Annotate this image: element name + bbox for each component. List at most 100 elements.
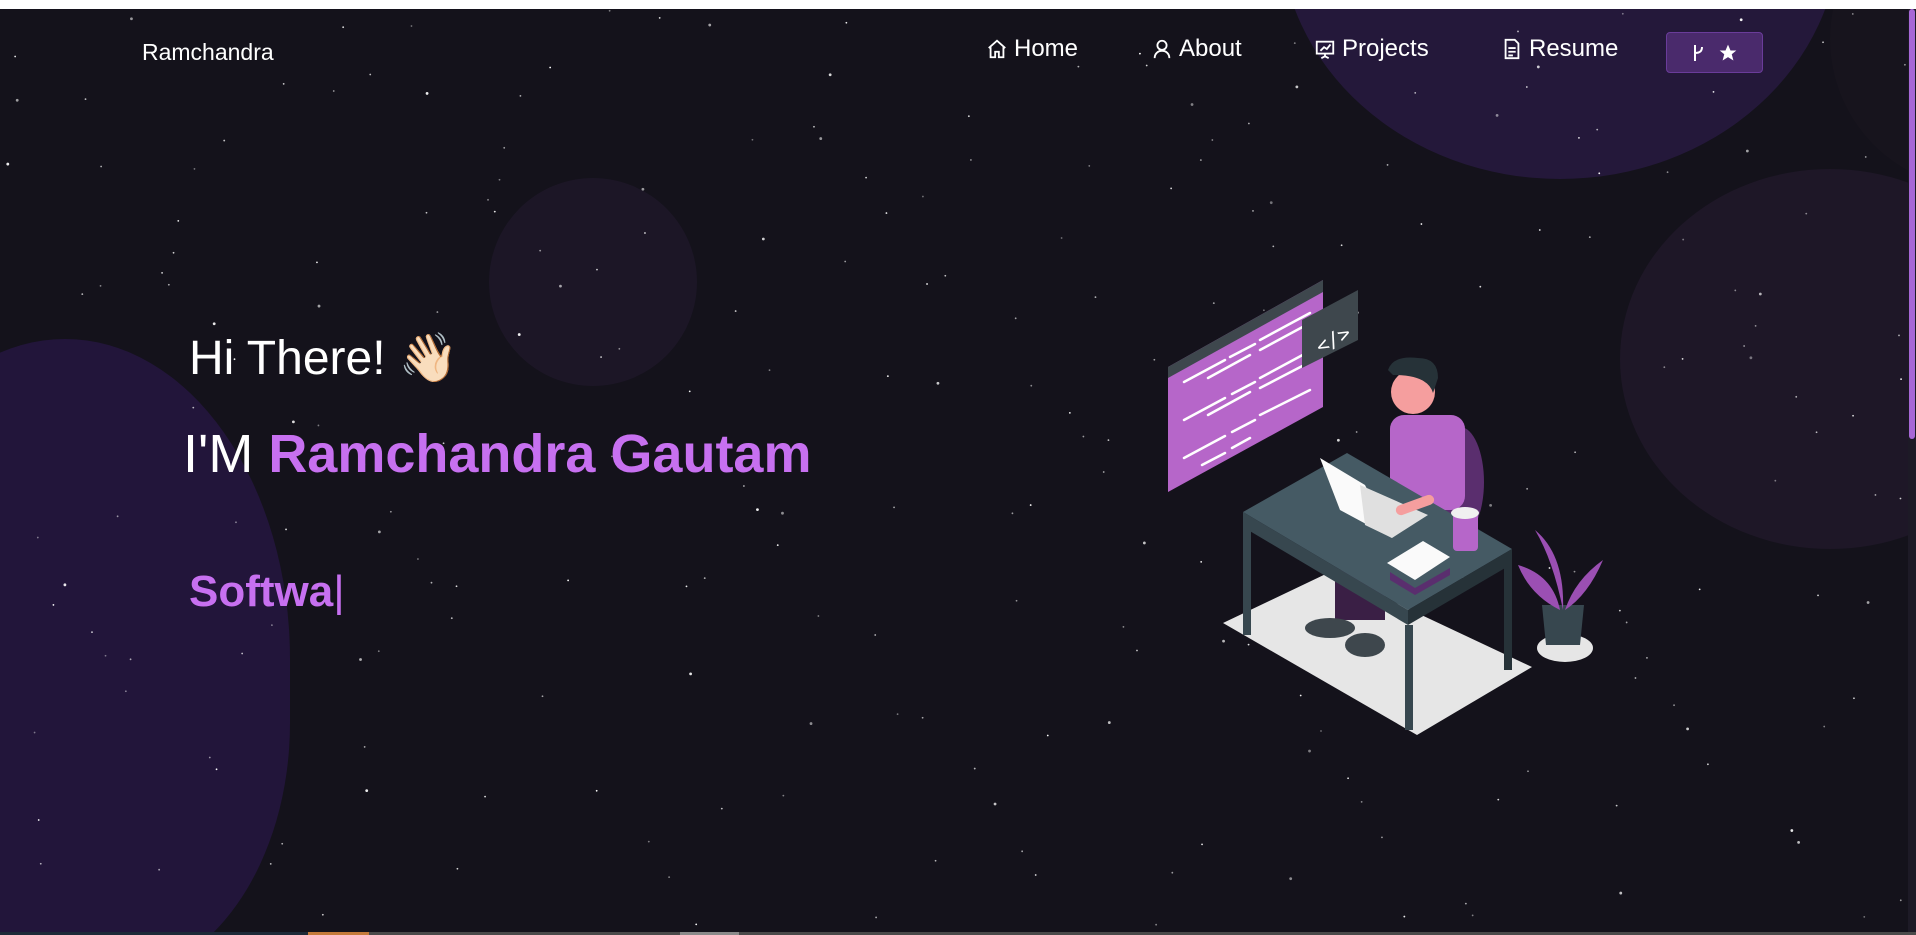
star — [1538, 229, 1541, 231]
star — [1852, 414, 1854, 417]
star — [1014, 317, 1017, 320]
nav-about[interactable]: About — [1151, 35, 1242, 63]
star — [425, 92, 429, 95]
coffee-lid — [1451, 507, 1479, 519]
star — [503, 146, 506, 149]
star — [936, 381, 940, 385]
star — [595, 789, 598, 792]
scrollbar[interactable] — [1908, 9, 1916, 932]
greeting-text: Hi There! — [189, 332, 386, 385]
star — [212, 322, 216, 326]
star — [1900, 378, 1902, 381]
intro-heading: I'M Ramchandra Gautam — [183, 423, 811, 485]
nav-projects[interactable]: Projects — [1314, 35, 1429, 63]
star — [934, 859, 937, 862]
star — [993, 802, 997, 806]
star — [1082, 435, 1085, 438]
star — [1525, 86, 1528, 88]
star — [1308, 749, 1311, 753]
plant-pot — [1542, 605, 1584, 645]
star — [1030, 384, 1033, 387]
star — [1615, 804, 1618, 807]
star — [1289, 877, 1293, 881]
star — [1596, 128, 1599, 131]
star — [1170, 187, 1173, 190]
star — [1340, 244, 1343, 247]
star — [600, 356, 602, 358]
star — [377, 650, 380, 653]
nav-home[interactable]: Home — [986, 35, 1078, 63]
typed-text: Softwa — [189, 567, 334, 616]
star — [363, 746, 366, 748]
page: Ramchandra Home About Projects Resume Hi… — [0, 9, 1908, 932]
star — [1817, 594, 1819, 597]
star — [1136, 649, 1138, 652]
star — [893, 506, 895, 509]
star — [484, 795, 486, 798]
star — [99, 284, 102, 287]
star — [63, 583, 67, 587]
star — [1749, 356, 1753, 360]
star — [177, 220, 180, 222]
star — [158, 868, 161, 871]
star — [734, 310, 737, 312]
typing-cursor: | — [333, 567, 345, 616]
nav-about-label: About — [1179, 35, 1242, 62]
document-icon — [1504, 38, 1520, 60]
star — [498, 178, 501, 181]
star — [130, 17, 133, 21]
star — [1171, 871, 1174, 874]
project-diagram-icon — [1315, 40, 1335, 59]
star — [875, 916, 878, 919]
star — [1863, 915, 1866, 918]
star — [926, 283, 928, 285]
star — [1046, 734, 1049, 737]
star — [1102, 471, 1105, 473]
star — [720, 807, 723, 810]
star — [124, 690, 127, 693]
developer-illustration: </> — [1168, 280, 1603, 735]
star — [559, 284, 562, 288]
wave-emoji: 👋🏻 — [398, 332, 459, 385]
typewriter-text: Softwa| — [189, 567, 345, 617]
star — [1247, 122, 1250, 125]
star — [1707, 763, 1709, 766]
star — [921, 716, 924, 719]
star — [1634, 677, 1637, 679]
star — [1739, 18, 1743, 22]
star — [1139, 52, 1141, 55]
star — [1497, 798, 1500, 801]
star — [1293, 42, 1296, 45]
star — [37, 819, 40, 821]
star — [100, 165, 103, 168]
star — [973, 767, 976, 770]
star — [1795, 395, 1798, 398]
intro-prefix: I'M — [183, 424, 254, 484]
star — [1866, 601, 1870, 604]
star — [1681, 358, 1684, 360]
star — [751, 138, 754, 141]
star — [1094, 296, 1097, 299]
scrollbar-thumb[interactable] — [1909, 9, 1915, 439]
star — [1142, 541, 1146, 545]
nav-resume[interactable]: Resume — [1501, 35, 1618, 63]
shoe-left — [1305, 618, 1355, 638]
star — [167, 283, 170, 286]
navbar-brand[interactable]: Ramchandra — [142, 39, 274, 66]
star — [874, 634, 877, 636]
star — [493, 210, 496, 213]
star — [1686, 727, 1689, 731]
star — [1068, 412, 1071, 414]
github-fork-button[interactable] — [1666, 32, 1763, 73]
star — [641, 187, 645, 191]
star — [1797, 840, 1800, 844]
star — [321, 913, 324, 916]
star — [1598, 172, 1601, 175]
star — [1805, 212, 1808, 215]
star — [1077, 65, 1080, 68]
star — [1853, 697, 1855, 700]
star — [1754, 324, 1757, 327]
star — [1107, 721, 1111, 724]
star — [782, 794, 785, 797]
star — [1464, 902, 1467, 905]
